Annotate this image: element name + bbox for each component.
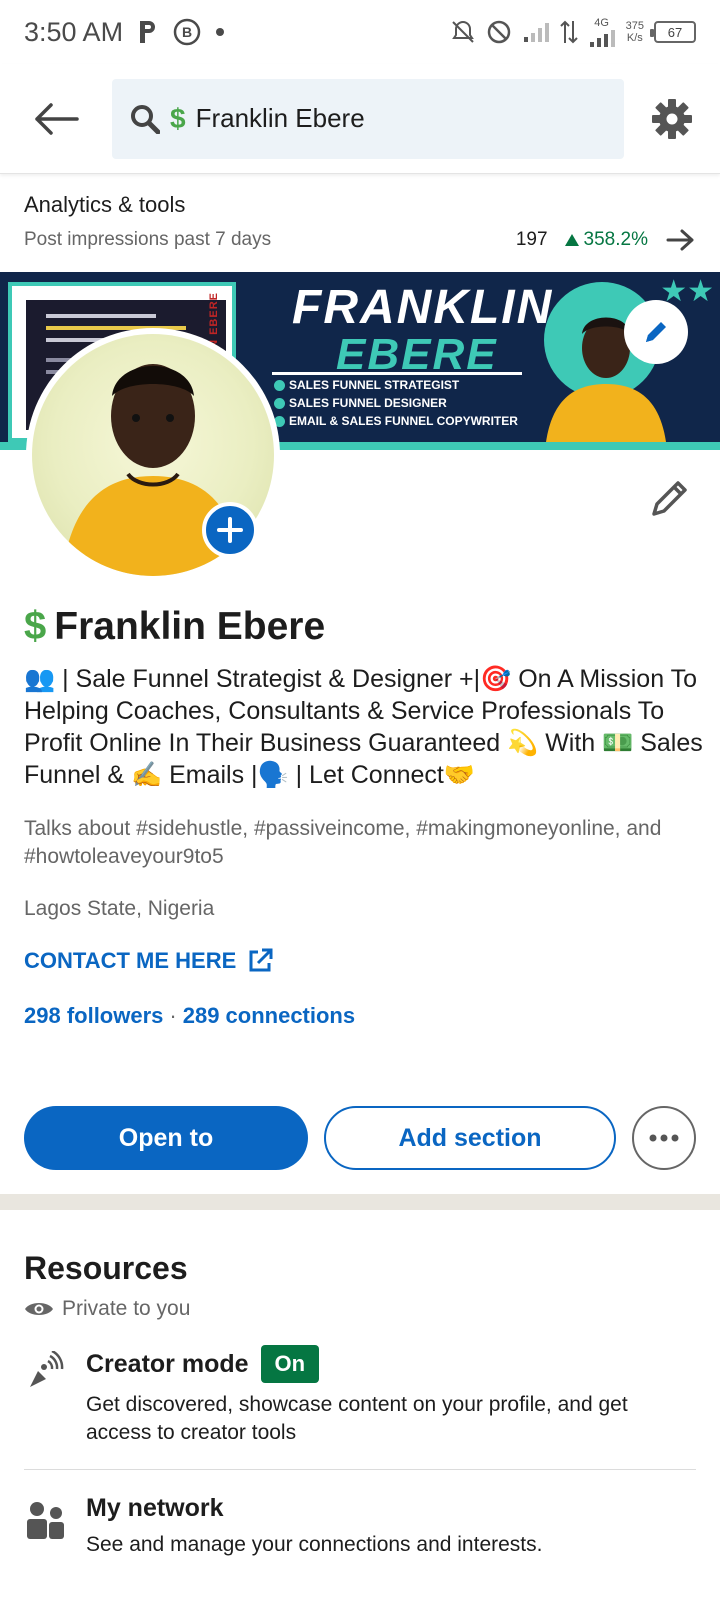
res-title-row: Creator mode On: [86, 1345, 696, 1383]
status-left-icons: B: [137, 18, 225, 46]
profile-name-row: $ Franklin Ebere: [24, 604, 704, 649]
back-arrow-icon: [35, 102, 79, 135]
res-body: Creator mode On Get discovered, showcase…: [86, 1345, 696, 1447]
edit-banner-button[interactable]: [624, 300, 688, 364]
people-icon: [27, 1502, 64, 1539]
banner-vertical-text: N EBERE: [208, 292, 220, 348]
profile-headline: 👥 | Sale Funnel Strategist & Designer +|…: [24, 665, 703, 789]
banner-bullet: SALES FUNNEL STRATEGIST: [274, 376, 518, 394]
section-separator: [0, 1194, 720, 1210]
signal-2-icon: [589, 29, 615, 47]
signal-1-icon: [523, 23, 549, 42]
pencil-icon: [646, 322, 666, 342]
my-network-description: See and manage your connections and inte…: [86, 1533, 543, 1556]
profile-info: $ Franklin Ebere 👥 | Sale Funnel Strateg…: [24, 604, 704, 1029]
ellipsis-icon: [649, 1134, 679, 1142]
analytics-tools[interactable]: Analytics & tools Post impressions past …: [0, 178, 720, 270]
trend-up-icon: [564, 234, 579, 246]
banner-bullet: SALES FUNNEL DESIGNER: [274, 394, 518, 412]
impressions-count: 197: [515, 229, 548, 250]
dollar-emoji-icon: $: [24, 604, 47, 648]
top-bar: $ Franklin Ebere: [0, 64, 720, 174]
contact-link[interactable]: CONTACT ME HERE: [24, 947, 704, 975]
resource-creator-mode[interactable]: Creator mode On Get discovered, showcase…: [0, 1345, 720, 1447]
edit-profile-button[interactable]: [648, 476, 692, 525]
data-transfer-icon: [559, 20, 578, 44]
profile-location: Lagos State, Nigeria: [24, 897, 215, 920]
dollar-emoji-icon: $: [170, 102, 186, 134]
search-value: Franklin Ebere: [195, 103, 365, 133]
separator-dot: ·: [169, 1003, 177, 1028]
banner-bullet: EMAIL & SALES FUNNEL COPYWRITER: [274, 412, 518, 430]
search-icon: [131, 104, 160, 134]
private-label: Private to you: [62, 1297, 191, 1320]
impressions-change: 358.2%: [564, 229, 648, 251]
more-options-button[interactable]: [632, 1106, 696, 1170]
net-speed: 375 K/s: [626, 20, 644, 44]
broadcast-icon: [30, 1349, 64, 1387]
connections-link[interactable]: 289 connections: [183, 1003, 355, 1028]
b-app-icon: B: [173, 18, 201, 46]
network-type: 4G: [594, 16, 609, 29]
resources-section: Resources Private to you Creator mode On…: [0, 1210, 720, 1559]
network-stats: 298 followers · 289 connections: [24, 1003, 704, 1029]
creator-mode-title: Creator mode: [86, 1349, 249, 1378]
battery-level: 67: [667, 24, 683, 40]
dnd-icon: [487, 20, 510, 44]
open-to-button[interactable]: Open to: [24, 1106, 308, 1170]
divider: [24, 1469, 696, 1470]
creator-mode-description: Get discovered, showcase content on your…: [86, 1393, 628, 1444]
arrow-right-icon[interactable]: [666, 228, 696, 252]
resources-title: Resources: [24, 1250, 188, 1286]
resource-my-network[interactable]: My network See and manage your connectio…: [0, 1494, 720, 1559]
search-input[interactable]: $ Franklin Ebere: [112, 78, 624, 159]
plus-icon: [217, 517, 243, 543]
eye-icon: [25, 1303, 53, 1315]
mute-bell-icon: [451, 20, 474, 43]
profile-actions: Open to Add section: [24, 1106, 696, 1170]
impressions-change-value: 358.2%: [583, 229, 648, 250]
private-to-you: Private to you: [24, 1297, 696, 1321]
profile-name: Franklin Ebere: [54, 604, 326, 648]
talks-about: Talks about #sidehustle, #passiveincome,…: [24, 817, 662, 868]
notification-dot-icon: [216, 28, 225, 36]
analytics-title: Analytics & tools: [24, 192, 186, 217]
status-bar: 3:50 AM B 4G 375 K/s 67: [0, 0, 720, 64]
add-section-button[interactable]: Add section: [324, 1106, 616, 1170]
contact-label: CONTACT ME HERE: [24, 948, 237, 973]
external-link-icon: [249, 948, 273, 972]
banner-rule: [272, 372, 522, 375]
net-speed-value: 375: [625, 20, 644, 32]
status-time: 3:50 AM: [24, 16, 124, 47]
status-right-icons: 4G 375 K/s 67: [450, 16, 696, 47]
banner-bullets: SALES FUNNEL STRATEGIST SALES FUNNEL DES…: [274, 376, 518, 430]
settings-button[interactable]: [624, 64, 720, 174]
back-button[interactable]: [0, 64, 112, 174]
battery-indicator: 67: [650, 21, 696, 43]
svg-text:B: B: [182, 24, 192, 40]
res-icon-wrap: [24, 1494, 86, 1559]
signal-2-group: 4G: [588, 16, 616, 47]
res-icon-wrap: [24, 1345, 86, 1447]
analytics-row: Post impressions past 7 days 197 358.2%: [24, 228, 696, 252]
followers-link[interactable]: 298 followers: [24, 1003, 163, 1028]
banner-name-line1: FRANKLIN: [292, 281, 554, 334]
thumb-line: [46, 314, 156, 318]
net-speed-unit: K/s: [626, 32, 643, 44]
p-app-icon: [140, 21, 156, 43]
pencil-icon: [652, 481, 687, 516]
my-network-title: My network: [86, 1494, 224, 1522]
res-body: My network See and manage your connectio…: [86, 1494, 696, 1559]
analytics-subtitle: Post impressions past 7 days: [24, 229, 272, 250]
add-photo-button[interactable]: [202, 502, 258, 558]
gear-icon: [652, 98, 692, 139]
status-badge: On: [260, 1345, 320, 1383]
